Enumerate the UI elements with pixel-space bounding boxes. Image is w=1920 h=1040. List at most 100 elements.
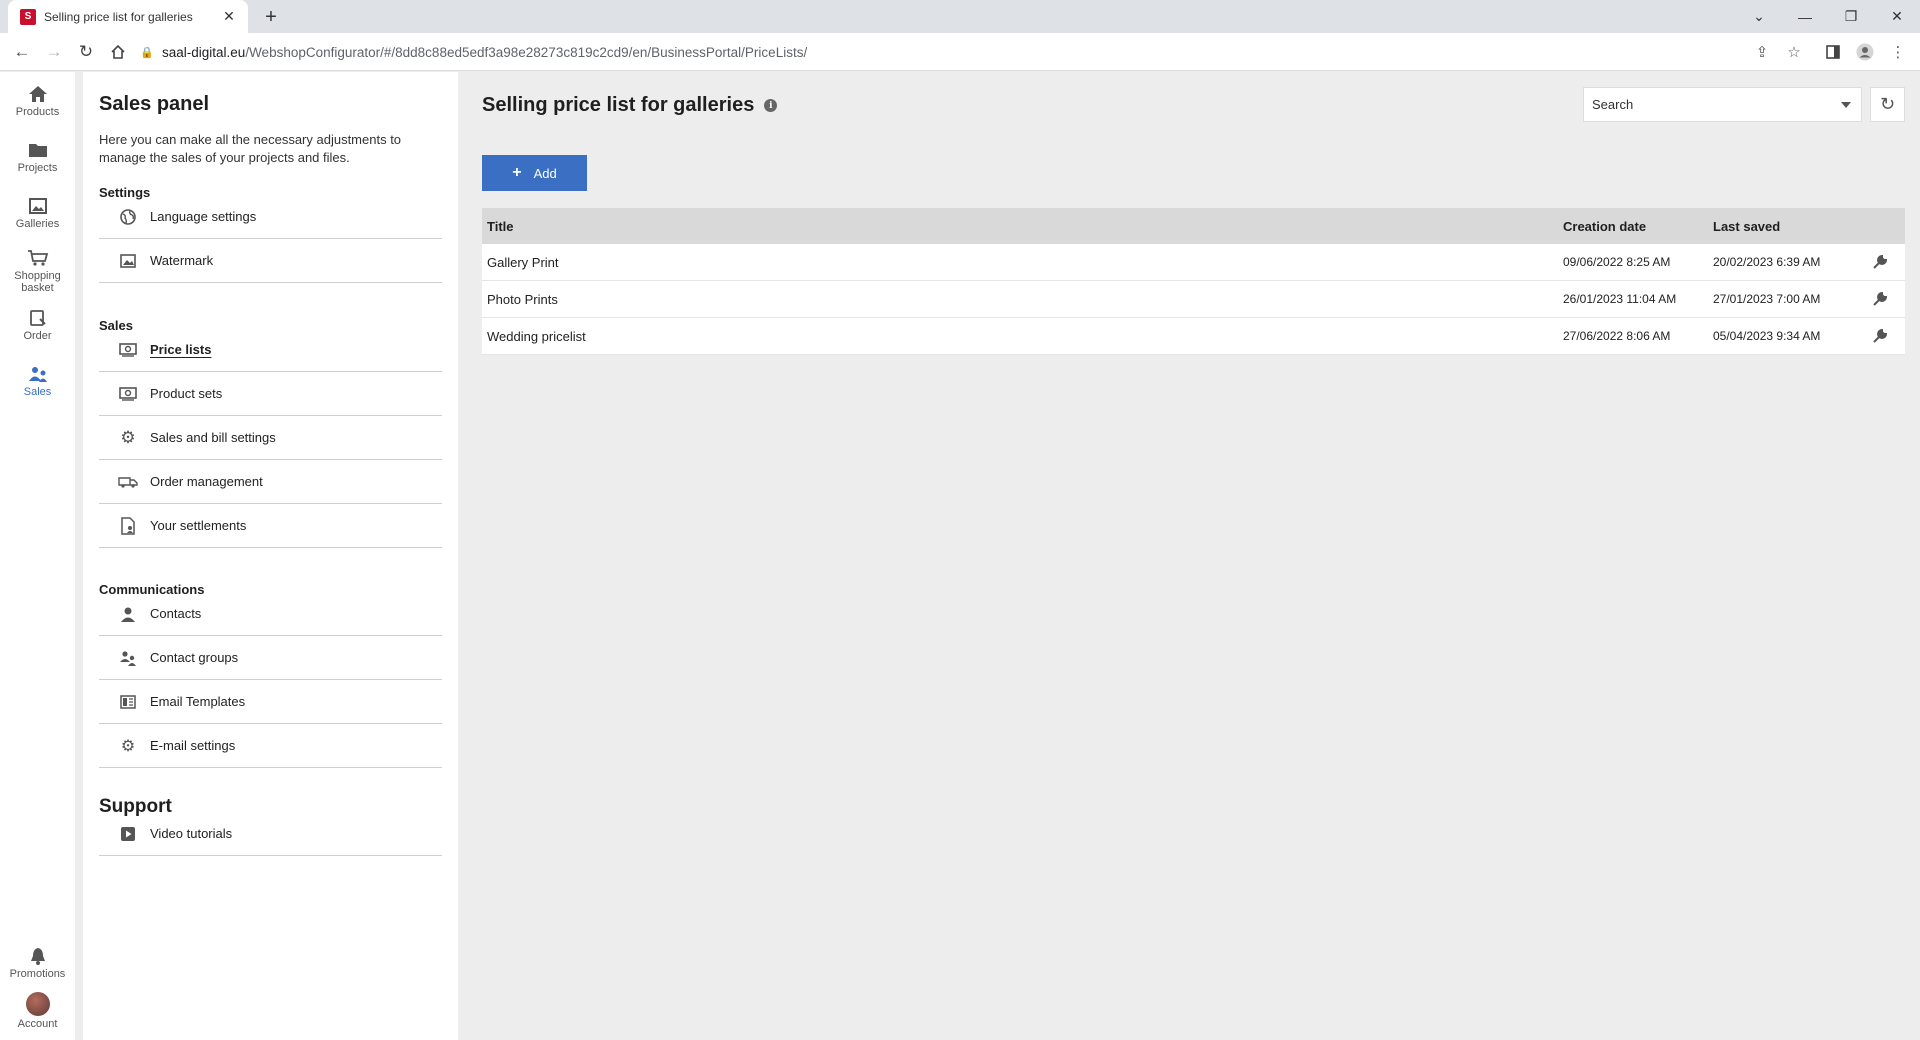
share-icon[interactable]: ⇪ xyxy=(1752,42,1772,62)
template-icon xyxy=(117,694,139,709)
sales-icon xyxy=(26,364,50,384)
wrench-icon[interactable] xyxy=(1870,252,1890,272)
document-user-icon xyxy=(117,516,139,535)
menu-item-contacts[interactable]: Contacts xyxy=(99,592,442,636)
menu-label: E-mail settings xyxy=(150,738,236,753)
table-row[interactable]: Gallery Print 09/06/2022 8:25 AM 20/02/2… xyxy=(482,244,1905,281)
app-nav-rail: Products Projects Galleries Shopping bas… xyxy=(0,72,75,1040)
price-list-table: Title Creation date Last saved Gallery P… xyxy=(482,208,1905,355)
truck-icon xyxy=(117,475,139,489)
menu-label: Order management xyxy=(150,474,263,489)
menu-item-language-settings[interactable]: Language settings xyxy=(99,195,442,239)
person-icon xyxy=(117,606,139,622)
gallery-icon xyxy=(26,196,50,216)
rail-label: Products xyxy=(15,106,60,118)
menu-label: Sales and bill settings xyxy=(150,430,276,445)
rail-item-products[interactable]: Products xyxy=(0,84,75,118)
menu-item-price-lists[interactable]: Price lists xyxy=(99,328,442,372)
menu-item-sales-bill-settings[interactable]: ⚙ Sales and bill settings xyxy=(99,416,442,460)
refresh-button[interactable]: ↻ xyxy=(1870,87,1905,122)
row-title: Photo Prints xyxy=(487,291,558,307)
window-close-icon[interactable]: ✕ xyxy=(1874,0,1920,33)
price-list-icon xyxy=(117,342,139,357)
rail-item-order[interactable]: Order xyxy=(0,308,75,342)
wrench-icon[interactable] xyxy=(1870,326,1890,346)
add-button[interactable]: + Add xyxy=(482,155,587,191)
menu-label: Video tutorials xyxy=(150,826,233,841)
url-host: saal-digital.eu xyxy=(162,44,246,60)
menu-item-your-settlements[interactable]: Your settlements xyxy=(99,504,442,548)
menu-label: Price lists xyxy=(150,342,212,357)
menu-label: Email Templates xyxy=(150,694,246,709)
rail-item-account[interactable]: Account xyxy=(0,992,75,1030)
table-row[interactable]: Wedding pricelist 27/06/2022 8:06 AM 05/… xyxy=(482,318,1905,355)
menu-item-email-settings[interactable]: ⚙ E-mail settings xyxy=(99,724,442,768)
rail-item-shopping-basket[interactable]: Shopping basket xyxy=(0,248,75,294)
rail-label: Shopping basket xyxy=(14,270,61,294)
rail-item-projects[interactable]: Projects xyxy=(0,140,75,174)
menu-item-contact-groups[interactable]: Contact groups xyxy=(99,636,442,680)
page-title-text: Selling price list for galleries xyxy=(482,94,755,116)
forward-icon[interactable]: → xyxy=(40,38,68,66)
rail-label: Order xyxy=(23,330,52,342)
image-icon xyxy=(117,253,139,268)
wrench-icon[interactable] xyxy=(1870,289,1890,309)
search-select[interactable]: Search xyxy=(1583,87,1862,122)
bell-icon xyxy=(26,946,50,966)
tab-search-icon[interactable]: ⌄ xyxy=(1736,0,1782,33)
home-icon[interactable] xyxy=(104,38,132,66)
rail-label: Promotions xyxy=(9,968,66,980)
browser-toolbar: ← → ↻ 🔒 saal-digital.eu/WebshopConfigura… xyxy=(0,33,1920,71)
bookmark-star-icon[interactable]: ☆ xyxy=(1784,42,1804,62)
panel-description: Here you can make all the necessary adju… xyxy=(99,132,402,165)
menu-item-watermark[interactable]: Watermark xyxy=(99,239,442,283)
table-row[interactable]: Photo Prints 26/01/2023 11:04 AM 27/01/2… xyxy=(482,281,1905,318)
column-header-creation-date[interactable]: Creation date xyxy=(1563,219,1646,234)
menu-label: Watermark xyxy=(150,253,214,268)
url-path: /WebshopConfigurator/#/8dd8c88ed5edf3a98… xyxy=(245,44,808,60)
menu-item-email-templates[interactable]: Email Templates xyxy=(99,680,442,724)
menu-item-video-tutorials[interactable]: Video tutorials xyxy=(99,812,442,856)
new-tab-button[interactable]: + xyxy=(258,4,284,30)
browser-tab[interactable]: S Selling price list for galleries ✕ xyxy=(8,0,248,33)
row-creation-date: 09/06/2022 8:25 AM xyxy=(1563,255,1671,269)
reload-icon[interactable]: ↻ xyxy=(72,38,100,66)
side-panel-icon[interactable] xyxy=(1823,42,1843,62)
panel-title: Sales panel xyxy=(99,93,210,115)
order-icon xyxy=(26,308,50,328)
menu-kebab-icon[interactable]: ⋮ xyxy=(1888,42,1908,62)
rail-divider xyxy=(75,72,83,1040)
rail-item-galleries[interactable]: Galleries xyxy=(0,196,75,230)
rail-item-sales[interactable]: Sales xyxy=(0,364,75,398)
minimize-icon[interactable]: — xyxy=(1782,0,1828,33)
row-last-saved: 20/02/2023 6:39 AM xyxy=(1713,255,1821,269)
table-header: Title Creation date Last saved xyxy=(482,208,1905,244)
page-title: Selling price list for galleries i xyxy=(482,94,778,117)
back-icon[interactable]: ← xyxy=(8,38,36,66)
rail-item-promotions[interactable]: Promotions xyxy=(0,946,75,980)
rail-label: Sales xyxy=(23,386,52,398)
rail-label: Account xyxy=(17,1018,58,1030)
menu-label: Product sets xyxy=(150,386,223,401)
browser-tabstrip: S Selling price list for galleries ✕ + ⌄… xyxy=(0,0,1920,33)
column-header-last-saved[interactable]: Last saved xyxy=(1713,219,1780,234)
close-icon[interactable]: ✕ xyxy=(220,8,238,26)
plus-icon: + xyxy=(512,164,522,181)
row-last-saved: 27/01/2023 7:00 AM xyxy=(1713,292,1821,306)
row-creation-date: 26/01/2023 11:04 AM xyxy=(1563,292,1677,306)
profile-icon[interactable] xyxy=(1855,42,1875,62)
menu-label: Your settlements xyxy=(150,518,247,533)
menu-item-order-management[interactable]: Order management xyxy=(99,460,442,504)
restore-icon[interactable]: ❐ xyxy=(1828,0,1874,33)
menu-item-product-sets[interactable]: Product sets xyxy=(99,372,442,416)
info-icon[interactable]: i xyxy=(764,99,778,112)
menu-label: Contacts xyxy=(150,606,202,621)
search-placeholder: Search xyxy=(1592,97,1634,112)
cart-icon xyxy=(26,248,50,268)
site-favicon: S xyxy=(20,8,36,25)
product-set-icon xyxy=(117,386,139,401)
gear-icon: ⚙ xyxy=(120,427,136,447)
gears-icon: ⚙ xyxy=(120,737,136,755)
column-header-title[interactable]: Title xyxy=(487,219,514,234)
address-bar[interactable]: 🔒 saal-digital.eu/WebshopConfigurator/#/… xyxy=(140,37,1760,67)
